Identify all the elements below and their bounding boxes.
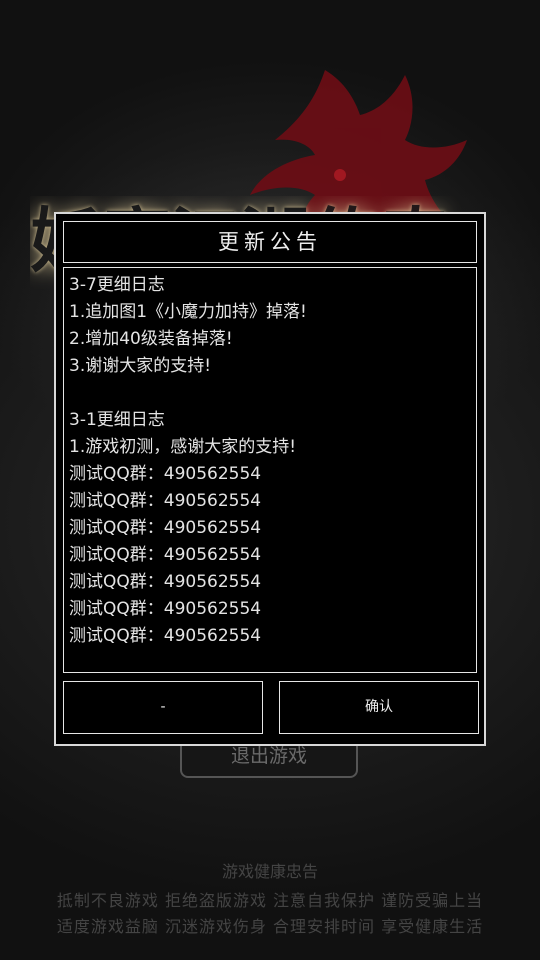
update-announcement-dialog: 更新公告 3-7更细日志 1.追加图1《小魔力加持》掉落! 2.增加40级装备掉… [54,212,486,746]
health-advice-title: 游戏健康忠告 [221,862,318,881]
announcement-line: 测试QQ群：490562554 [69,518,262,538]
announcement-line: 2.增加40级装备掉落! [69,329,233,349]
announcement-line: 3.谢谢大家的支持! [69,356,212,376]
health-advice: 游戏健康忠告 抵制不良游戏 拒绝盗版游戏 注意自我保护 谨防受骗上当 适度游戏益… [0,858,540,940]
dialog-title: 更新公告 [63,221,477,263]
announcement-text-area[interactable]: 3-7更细日志 1.追加图1《小魔力加持》掉落! 2.增加40级装备掉落! 3.… [63,267,477,673]
announcement-line: 测试QQ群：490562554 [69,491,262,511]
announcement-line: 测试QQ群：490562554 [69,626,262,646]
health-advice-line: 抵制不良游戏 拒绝盗版游戏 注意自我保护 谨防受骗上当 [56,891,484,910]
announcement-line: 3-1更细日志 [69,410,165,430]
announcement-line: 1.游戏初测，感谢大家的支持! [69,437,297,457]
dismiss-button[interactable]: - [63,681,263,734]
announcement-line: 3-7更细日志 [69,275,165,295]
announcement-line: 测试QQ群：490562554 [69,464,262,484]
announcement-line [69,380,471,407]
announcement-line: 测试QQ群：490562554 [69,572,262,592]
announcement-line: 1.追加图1《小魔力加持》掉落! [69,302,307,322]
announcement-line: 测试QQ群：490562554 [69,599,262,619]
confirm-button[interactable]: 确认 [279,681,479,734]
announcement-line: 测试QQ群：490562554 [69,545,262,565]
health-advice-line: 适度游戏益脑 沉迷游戏伤身 合理安排时间 享受健康生活 [56,917,484,936]
